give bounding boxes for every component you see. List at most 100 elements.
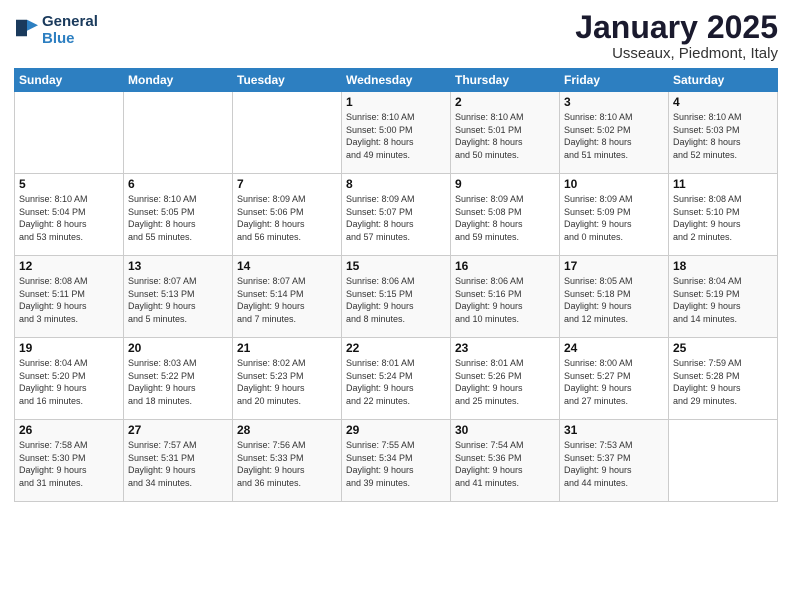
weekday-sunday: Sunday: [15, 69, 124, 92]
day-number: 26: [19, 423, 119, 437]
day-info: Sunrise: 8:01 AM Sunset: 5:26 PM Dayligh…: [455, 357, 555, 407]
weekday-header-row: Sunday Monday Tuesday Wednesday Thursday…: [15, 69, 778, 92]
weekday-monday: Monday: [124, 69, 233, 92]
day-info: Sunrise: 7:59 AM Sunset: 5:28 PM Dayligh…: [673, 357, 773, 407]
day-info: Sunrise: 8:01 AM Sunset: 5:24 PM Dayligh…: [346, 357, 446, 407]
weekday-thursday: Thursday: [451, 69, 560, 92]
calendar-day-cell: 31Sunrise: 7:53 AM Sunset: 5:37 PM Dayli…: [560, 420, 669, 502]
calendar-day-cell: 14 Sunrise: 8:07 AM Sunset: 5:14 PM Dayli…: [233, 256, 342, 338]
day-info: Sunrise: 7:54 AM Sunset: 5:36 PM Dayligh…: [455, 439, 555, 489]
calendar-day-cell: 21 Sunrise: 8:02 AM Sunset: 5:23 PM Dayli…: [233, 338, 342, 420]
day-info: Sunrise: 8:09 AM Sunset: 5:08 PM Dayligh…: [455, 193, 555, 243]
day-info: Sunrise: 8:07 AM Sunset: 5:13 PM Dayligh…: [128, 275, 228, 325]
logo-blue: Blue: [42, 31, 98, 48]
day-info: Sunrise: 8:10 AM Sunset: 5:01 PM Dayligh…: [455, 111, 555, 161]
calendar-day-cell: 13 Sunrise: 8:07 AM Sunset: 5:13 PM Dayli…: [124, 256, 233, 338]
calendar-day-cell: 20 Sunrise: 8:03 AM Sunset: 5:22 PM Dayli…: [124, 338, 233, 420]
day-number: 10: [564, 177, 664, 191]
calendar-day-cell: 3 Sunrise: 8:10 AM Sunset: 5:02 PM Daylig…: [560, 92, 669, 174]
calendar-day-cell: 9 Sunrise: 8:09 AM Sunset: 5:08 PM Daylig…: [451, 174, 560, 256]
calendar-day-cell: 27Sunrise: 7:57 AM Sunset: 5:31 PM Dayli…: [124, 420, 233, 502]
day-number: 18: [673, 259, 773, 273]
calendar-day-cell: 2 Sunrise: 8:10 AM Sunset: 5:01 PM Daylig…: [451, 92, 560, 174]
logo-block: [14, 17, 38, 44]
day-number: 5: [19, 177, 119, 191]
day-number: 8: [346, 177, 446, 191]
day-info: Sunrise: 8:05 AM Sunset: 5:18 PM Dayligh…: [564, 275, 664, 325]
weekday-tuesday: Tuesday: [233, 69, 342, 92]
day-info: Sunrise: 8:02 AM Sunset: 5:23 PM Dayligh…: [237, 357, 337, 407]
weekday-saturday: Saturday: [669, 69, 778, 92]
day-number: 4: [673, 95, 773, 109]
calendar-day-cell: 19 Sunrise: 8:04 AM Sunset: 5:20 PM Dayli…: [15, 338, 124, 420]
calendar-week-row: 26Sunrise: 7:58 AM Sunset: 5:30 PM Dayli…: [15, 420, 778, 502]
calendar-day-cell: 6Sunrise: 8:10 AM Sunset: 5:05 PM Daylig…: [124, 174, 233, 256]
calendar-week-row: 19 Sunrise: 8:04 AM Sunset: 5:20 PM Dayli…: [15, 338, 778, 420]
calendar-day-cell: 26Sunrise: 7:58 AM Sunset: 5:30 PM Dayli…: [15, 420, 124, 502]
logo-general: General: [42, 14, 98, 31]
calendar-day-cell: 25Sunrise: 7:59 AM Sunset: 5:28 PM Dayli…: [669, 338, 778, 420]
weekday-friday: Friday: [560, 69, 669, 92]
day-number: 22: [346, 341, 446, 355]
calendar-day-cell: 24 Sunrise: 8:00 AM Sunset: 5:27 PM Dayli…: [560, 338, 669, 420]
day-info: Sunrise: 8:10 AM Sunset: 5:03 PM Dayligh…: [673, 111, 773, 161]
calendar-day-cell: [124, 92, 233, 174]
day-info: Sunrise: 8:09 AM Sunset: 5:06 PM Dayligh…: [237, 193, 337, 243]
day-number: 30: [455, 423, 555, 437]
day-number: 19: [19, 341, 119, 355]
day-number: 3: [564, 95, 664, 109]
calendar-day-cell: 8 Sunrise: 8:09 AM Sunset: 5:07 PM Daylig…: [342, 174, 451, 256]
day-number: 23: [455, 341, 555, 355]
day-info: Sunrise: 8:09 AM Sunset: 5:09 PM Dayligh…: [564, 193, 664, 243]
day-number: 11: [673, 177, 773, 191]
day-number: 21: [237, 341, 337, 355]
day-number: 20: [128, 341, 228, 355]
day-info: Sunrise: 8:03 AM Sunset: 5:22 PM Dayligh…: [128, 357, 228, 407]
day-info: Sunrise: 8:07 AM Sunset: 5:14 PM Dayligh…: [237, 275, 337, 325]
calendar-day-cell: [15, 92, 124, 174]
weekday-wednesday: Wednesday: [342, 69, 451, 92]
day-info: Sunrise: 8:09 AM Sunset: 5:07 PM Dayligh…: [346, 193, 446, 243]
calendar-week-row: 5 Sunrise: 8:10 AM Sunset: 5:04 PM Daylig…: [15, 174, 778, 256]
calendar-week-row: 1Sunrise: 8:10 AM Sunset: 5:00 PM Daylig…: [15, 92, 778, 174]
calendar-day-cell: [669, 420, 778, 502]
calendar-subtitle: Usseaux, Piedmont, Italy: [575, 45, 778, 62]
day-info: Sunrise: 8:06 AM Sunset: 5:15 PM Dayligh…: [346, 275, 446, 325]
calendar-day-cell: 10 Sunrise: 8:09 AM Sunset: 5:09 PM Dayli…: [560, 174, 669, 256]
logo-text-block: General Blue: [42, 14, 98, 47]
day-number: 6: [128, 177, 228, 191]
day-info: Sunrise: 7:56 AM Sunset: 5:33 PM Dayligh…: [237, 439, 337, 489]
day-number: 29: [346, 423, 446, 437]
calendar-day-cell: 15Sunrise: 8:06 AM Sunset: 5:15 PM Dayli…: [342, 256, 451, 338]
day-number: 9: [455, 177, 555, 191]
day-info: Sunrise: 8:08 AM Sunset: 5:11 PM Dayligh…: [19, 275, 119, 325]
calendar-day-cell: 29 Sunrise: 7:55 AM Sunset: 5:34 PM Dayli…: [342, 420, 451, 502]
day-info: Sunrise: 8:06 AM Sunset: 5:16 PM Dayligh…: [455, 275, 555, 325]
day-info: Sunrise: 8:04 AM Sunset: 5:20 PM Dayligh…: [19, 357, 119, 407]
day-number: 14: [237, 259, 337, 273]
day-number: 7: [237, 177, 337, 191]
page-container: General Blue January 2025 Usseaux, Piedm…: [0, 0, 792, 512]
day-info: Sunrise: 8:10 AM Sunset: 5:02 PM Dayligh…: [564, 111, 664, 161]
day-number: 17: [564, 259, 664, 273]
day-info: Sunrise: 7:55 AM Sunset: 5:34 PM Dayligh…: [346, 439, 446, 489]
day-number: 16: [455, 259, 555, 273]
calendar-day-cell: 12Sunrise: 8:08 AM Sunset: 5:11 PM Dayli…: [15, 256, 124, 338]
day-info: Sunrise: 8:10 AM Sunset: 5:04 PM Dayligh…: [19, 193, 119, 243]
logo: General Blue: [14, 14, 98, 47]
day-info: Sunrise: 8:00 AM Sunset: 5:27 PM Dayligh…: [564, 357, 664, 407]
day-number: 2: [455, 95, 555, 109]
calendar-day-cell: 11Sunrise: 8:08 AM Sunset: 5:10 PM Dayli…: [669, 174, 778, 256]
day-info: Sunrise: 7:57 AM Sunset: 5:31 PM Dayligh…: [128, 439, 228, 489]
calendar-day-cell: 28Sunrise: 7:56 AM Sunset: 5:33 PM Dayli…: [233, 420, 342, 502]
calendar-day-cell: 5 Sunrise: 8:10 AM Sunset: 5:04 PM Daylig…: [15, 174, 124, 256]
calendar-title: January 2025: [575, 10, 778, 45]
header: General Blue January 2025 Usseaux, Piedm…: [14, 10, 778, 62]
calendar-day-cell: 1Sunrise: 8:10 AM Sunset: 5:00 PM Daylig…: [342, 92, 451, 174]
day-number: 31: [564, 423, 664, 437]
calendar-day-cell: 17 Sunrise: 8:05 AM Sunset: 5:18 PM Dayli…: [560, 256, 669, 338]
day-number: 13: [128, 259, 228, 273]
day-number: 24: [564, 341, 664, 355]
calendar-day-cell: 16 Sunrise: 8:06 AM Sunset: 5:16 PM Dayli…: [451, 256, 560, 338]
calendar-day-cell: 4 Sunrise: 8:10 AM Sunset: 5:03 PM Daylig…: [669, 92, 778, 174]
